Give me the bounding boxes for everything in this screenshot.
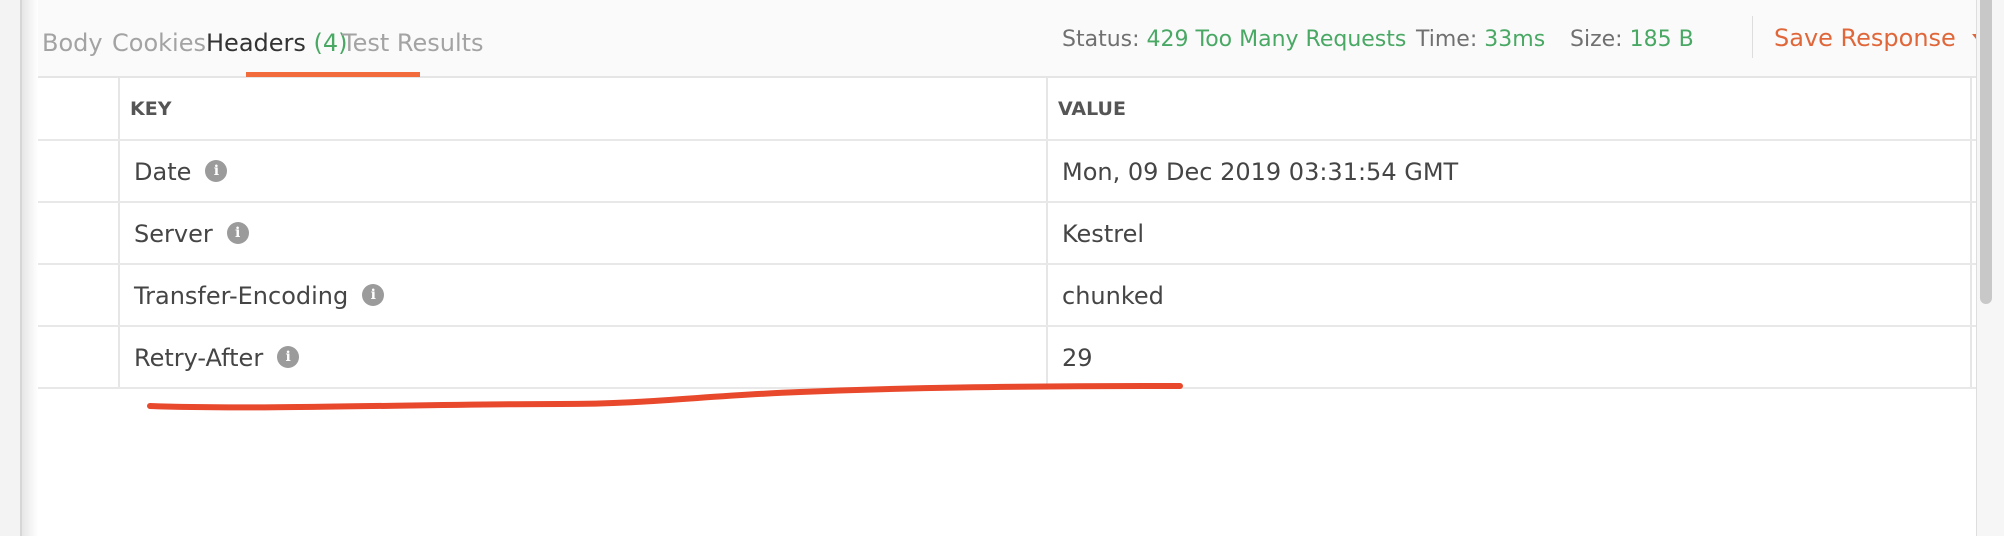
scrollbar-thumb[interactable]: [1980, 0, 1992, 304]
annotation-underline: [147, 383, 1183, 411]
